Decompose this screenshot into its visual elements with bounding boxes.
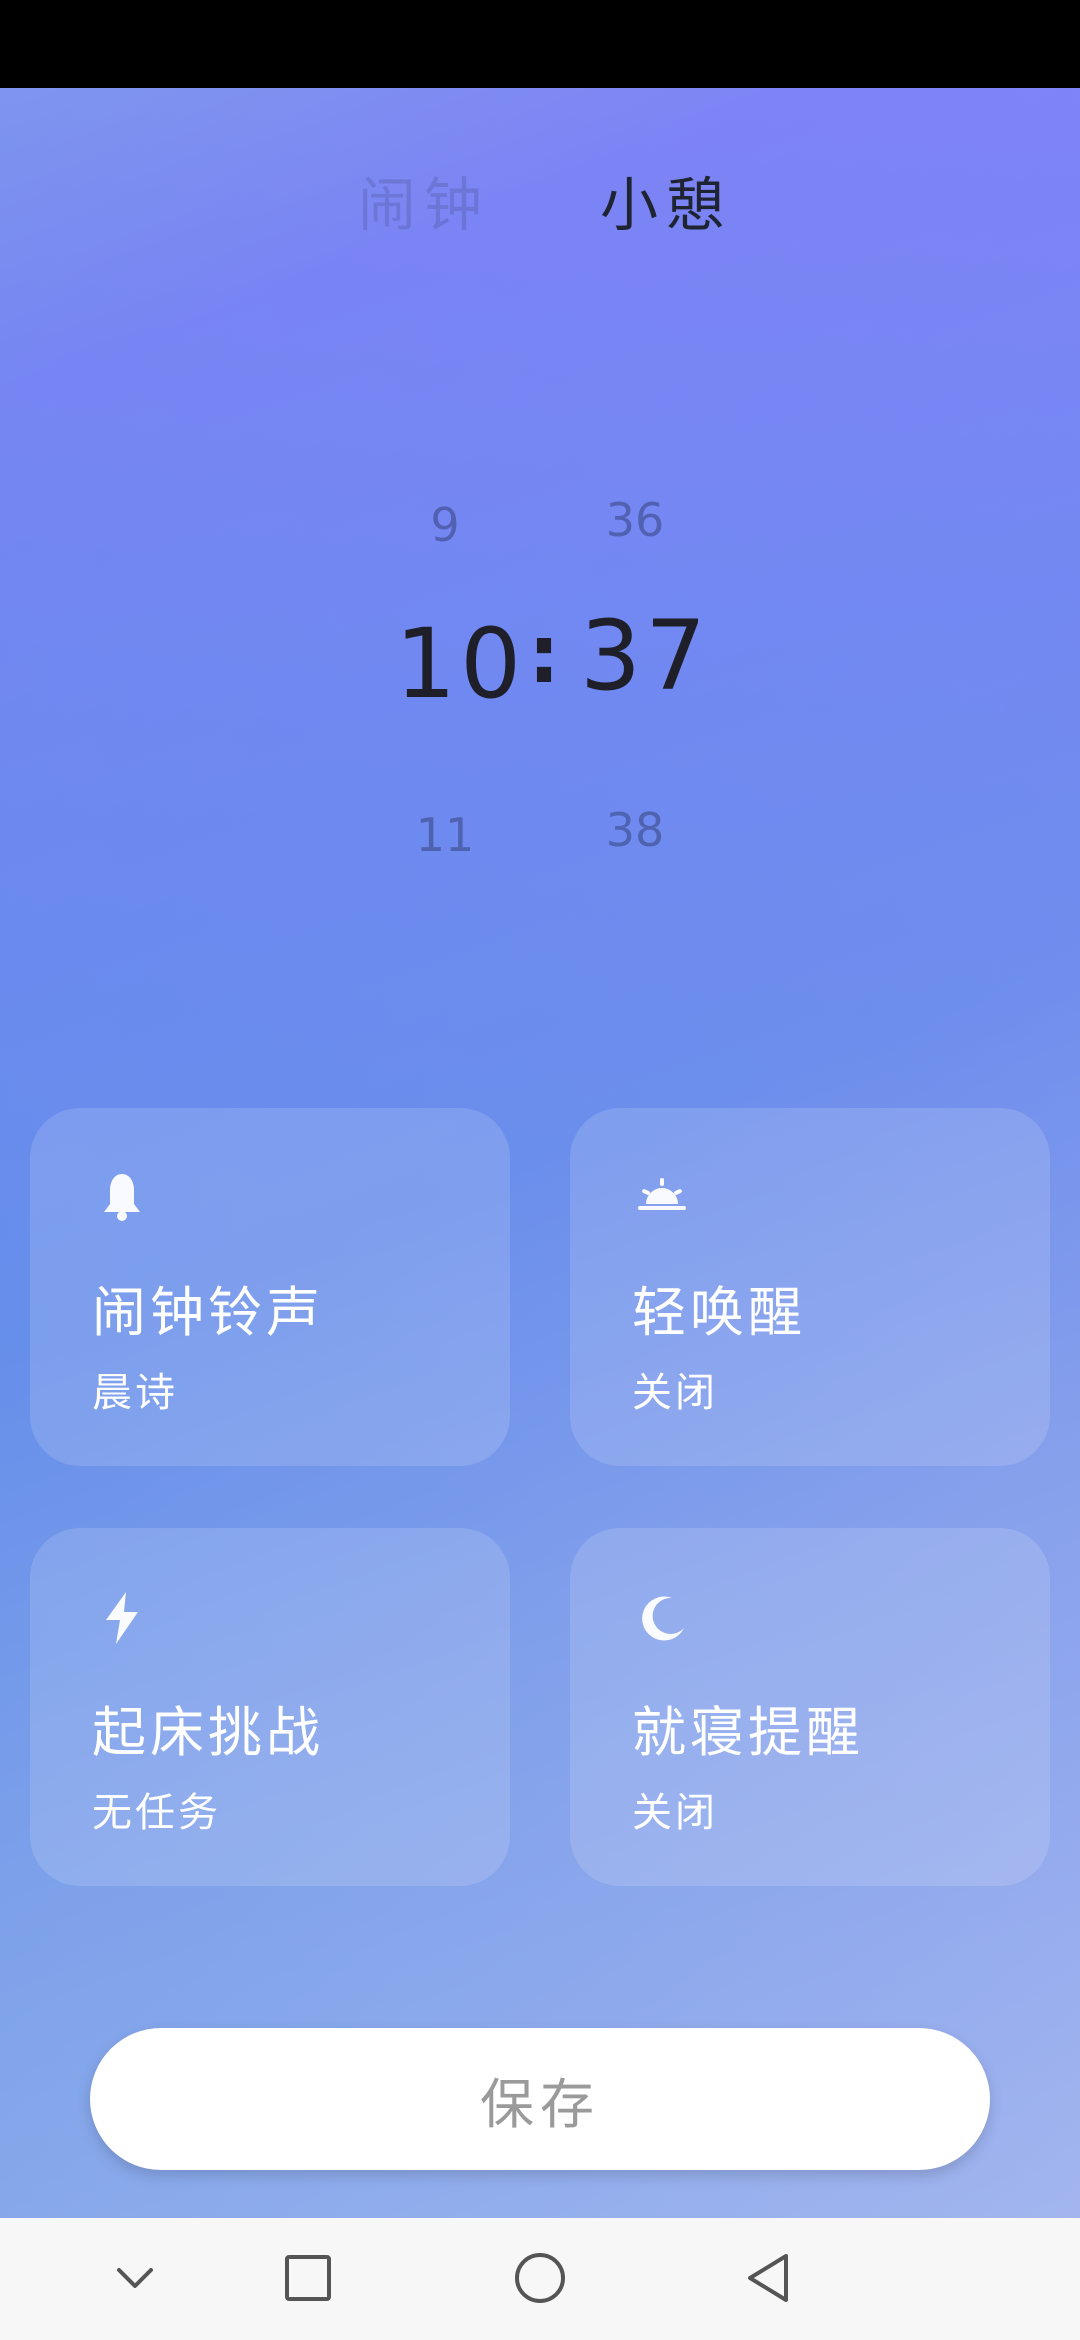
card-title: 轻唤醒 xyxy=(632,1281,806,1344)
card-subtitle: 无任务 xyxy=(92,1790,221,1836)
status-bar xyxy=(0,0,1080,88)
hour-next-value[interactable]: 11 xyxy=(400,808,490,862)
system-navigation-bar xyxy=(0,2218,1080,2340)
minute-current-value[interactable]: 37 xyxy=(580,600,710,712)
card-subtitle: 关闭 xyxy=(632,1790,718,1836)
tab-nap[interactable]: 小憩 xyxy=(600,158,732,242)
alarm-ringtone-card[interactable]: 闹钟铃声 晨诗 xyxy=(30,1108,510,1466)
card-title: 起床挑战 xyxy=(92,1701,324,1764)
back-triangle-icon[interactable] xyxy=(738,2248,798,2308)
time-picker[interactable]: 9 36 10 : 37 11 38 xyxy=(0,368,1080,888)
sunrise-icon xyxy=(632,1168,692,1228)
square-icon[interactable] xyxy=(278,2248,338,2308)
chevron-down-icon[interactable] xyxy=(105,2248,165,2308)
hour-current-value[interactable]: 10 xyxy=(395,608,525,720)
minute-next-value[interactable]: 38 xyxy=(590,803,680,857)
wake-challenge-card[interactable]: 起床挑战 无任务 xyxy=(30,1528,510,1886)
alarm-editor-screen: 闹钟 小憩 9 36 10 : 37 11 38 闹钟铃声 晨诗 轻唤醒 关闭 … xyxy=(0,88,1080,2218)
card-title: 闹钟铃声 xyxy=(92,1281,324,1344)
minute-prev-value[interactable]: 36 xyxy=(590,493,680,547)
bedtime-reminder-card[interactable]: 就寝提醒 关闭 xyxy=(570,1528,1050,1886)
save-button[interactable]: 保存 xyxy=(90,2028,990,2170)
gentle-wake-card[interactable]: 轻唤醒 关闭 xyxy=(570,1108,1050,1466)
mode-tabs: 闹钟 小憩 xyxy=(0,158,1080,258)
moon-icon xyxy=(632,1588,692,1648)
bell-icon xyxy=(92,1168,152,1228)
time-separator: : xyxy=(528,608,560,701)
tab-alarm[interactable]: 闹钟 xyxy=(358,158,490,242)
card-subtitle: 关闭 xyxy=(632,1370,718,1416)
hour-prev-value[interactable]: 9 xyxy=(400,498,490,552)
lightning-icon xyxy=(92,1588,152,1648)
circle-icon[interactable] xyxy=(510,2248,570,2308)
card-subtitle: 晨诗 xyxy=(92,1370,178,1416)
card-title: 就寝提醒 xyxy=(632,1701,864,1764)
